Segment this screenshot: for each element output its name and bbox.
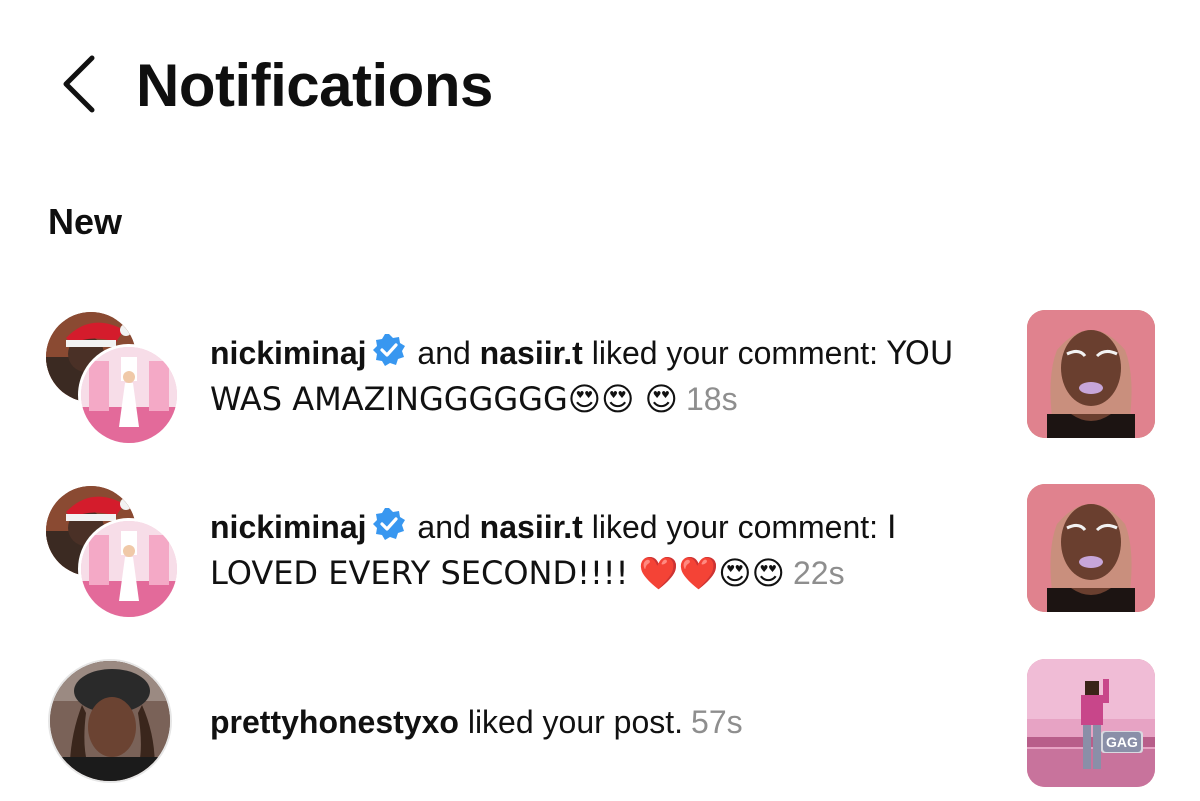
notification-item[interactable]: nickiminaj and nasiir.t liked your comme…	[0, 484, 1200, 620]
username-link[interactable]: nickiminaj	[210, 335, 367, 371]
timestamp: 22s	[793, 555, 845, 591]
avatar-stack[interactable]	[44, 312, 184, 446]
post-thumbnail[interactable]: GAG	[1027, 659, 1155, 787]
action-text: liked your comment:	[582, 335, 887, 371]
post-thumbnail[interactable]	[1027, 484, 1155, 612]
verified-badge-icon	[372, 508, 405, 540]
chevron-left-icon	[63, 55, 95, 113]
thumbnail-label: GAG	[1103, 732, 1141, 752]
timestamp: 57s	[691, 704, 743, 740]
notification-item[interactable]: nickiminaj and nasiir.t liked your comme…	[0, 310, 1200, 446]
page-title: Notifications	[136, 52, 493, 119]
post-thumbnail[interactable]	[1027, 310, 1155, 438]
verified-badge-icon	[372, 334, 405, 366]
section-label-new: New	[48, 201, 123, 242]
action-text: liked your post.	[458, 704, 684, 740]
connector-text: and	[408, 509, 480, 545]
username-link[interactable]: prettyhonestyxo	[210, 704, 459, 740]
notification-text: prettyhonestyxo liked your post. 57s	[210, 699, 980, 745]
timestamp: 18s	[685, 381, 738, 417]
username-link[interactable]: nasiir.t	[480, 335, 583, 371]
username-link[interactable]: nickiminaj	[210, 509, 367, 545]
avatar[interactable]	[78, 518, 180, 620]
avatar[interactable]	[48, 659, 172, 783]
header: Notifications	[0, 0, 1200, 170]
avatar[interactable]	[78, 344, 180, 446]
notification-text: nickiminaj and nasiir.t liked your comme…	[210, 504, 980, 596]
notification-text: nickiminaj and nasiir.t liked your comme…	[210, 330, 980, 422]
notification-item[interactable]: prettyhonestyxo liked your post. 57s GAG	[0, 657, 1200, 787]
connector-text: and	[408, 335, 480, 371]
avatar-stack[interactable]	[44, 486, 184, 620]
action-text: liked your comment:	[582, 509, 887, 545]
back-button[interactable]	[52, 52, 108, 116]
username-link[interactable]: nasiir.t	[480, 509, 583, 545]
